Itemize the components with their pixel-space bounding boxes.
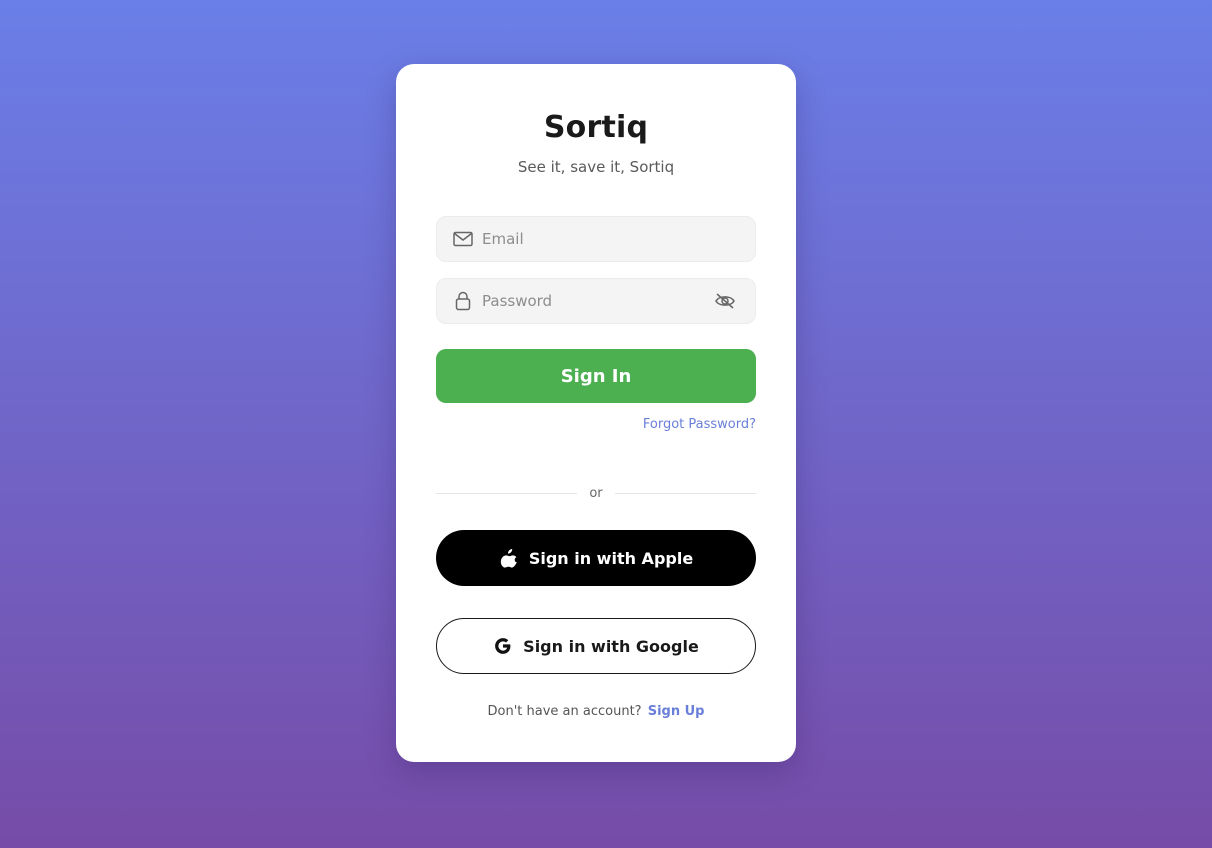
lock-icon: [452, 290, 474, 312]
eye-off-icon[interactable]: [713, 289, 737, 313]
password-field[interactable]: [436, 278, 756, 324]
divider-line-left: [436, 492, 578, 494]
signup-row: Don't have an account? Sign Up: [436, 704, 756, 720]
divider-line-right: [614, 492, 756, 494]
mail-icon: [452, 228, 474, 250]
google-icon: [493, 636, 513, 656]
signup-prompt: Don't have an account?: [487, 704, 642, 719]
forgot-password-link[interactable]: Forgot Password?: [643, 417, 756, 432]
apple-icon: [499, 548, 519, 568]
sign-in-with-google-button[interactable]: Sign in with Google: [436, 618, 756, 674]
sign-in-with-apple-button[interactable]: Sign in with Apple: [436, 530, 756, 586]
divider-text: or: [589, 485, 603, 501]
forgot-password-row: Forgot Password?: [436, 415, 756, 433]
sign-in-button[interactable]: Sign In: [436, 349, 756, 403]
password-input[interactable]: [482, 279, 713, 323]
app-logo-title: Sortiq: [543, 110, 649, 145]
app-tagline: See it, save it, Sortiq: [517, 158, 675, 176]
or-divider: or: [436, 485, 756, 501]
apple-button-label: Sign in with Apple: [528, 548, 694, 568]
login-card: Sortiq See it, save it, Sortiq Sign: [396, 64, 796, 762]
email-field[interactable]: [436, 216, 756, 262]
email-input[interactable]: [482, 217, 755, 261]
google-button-label: Sign in with Google: [523, 636, 699, 656]
sign-up-link[interactable]: Sign Up: [648, 704, 705, 719]
